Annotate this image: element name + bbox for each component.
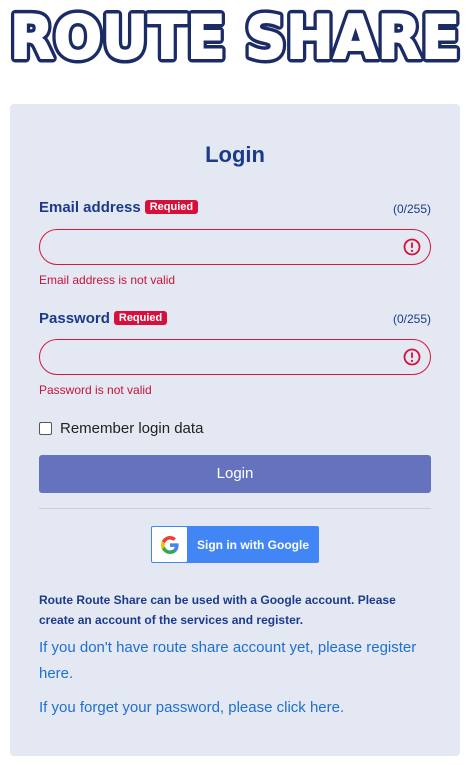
email-error-message: Email address is not valid [39,273,176,287]
google-sign-in-label: Sign in with Google [197,537,309,552]
error-circle-icon [403,348,421,366]
remember-login-row: Remember login data [39,420,203,437]
remember-login-checkbox[interactable] [39,422,52,435]
google-account-note: Route Route Share can be used with a Goo… [39,593,396,627]
register-link[interactable]: If you don't have route share account ye… [39,635,434,687]
email-input[interactable] [39,229,431,265]
required-badge: Requied [113,311,168,325]
password-input[interactable] [39,339,431,375]
email-label: Email address Requied [39,199,199,216]
password-label: Password Requied [39,310,168,327]
login-title: Login [205,142,265,167]
password-error-message: Password is not valid [39,383,152,397]
login-card: Login Email address Requied (0/255) Email… [10,104,460,756]
route-share-logo: ROUTE SHARE ROUTE SHARE [10,4,462,68]
password-field-wrapper [39,339,431,375]
forgot-password-link[interactable]: If you forget your password, please clic… [39,695,434,721]
svg-text:ROUTE SHARE: ROUTE SHARE [10,4,460,68]
error-circle-icon [403,238,421,256]
password-char-counter: (0/255) [392,312,431,326]
google-sign-in-button[interactable]: Sign in with Google [151,526,319,563]
remember-login-label[interactable]: Remember login data [60,420,203,437]
google-icon-box [152,527,187,562]
email-char-counter: (0/255) [392,202,431,216]
divider [39,508,431,509]
email-field-wrapper [39,229,431,265]
login-button[interactable]: Login [39,455,431,493]
password-label-text: Password [39,310,110,327]
required-badge: Requied [144,200,199,214]
email-label-text: Email address [39,199,141,216]
google-g-icon [160,535,179,554]
